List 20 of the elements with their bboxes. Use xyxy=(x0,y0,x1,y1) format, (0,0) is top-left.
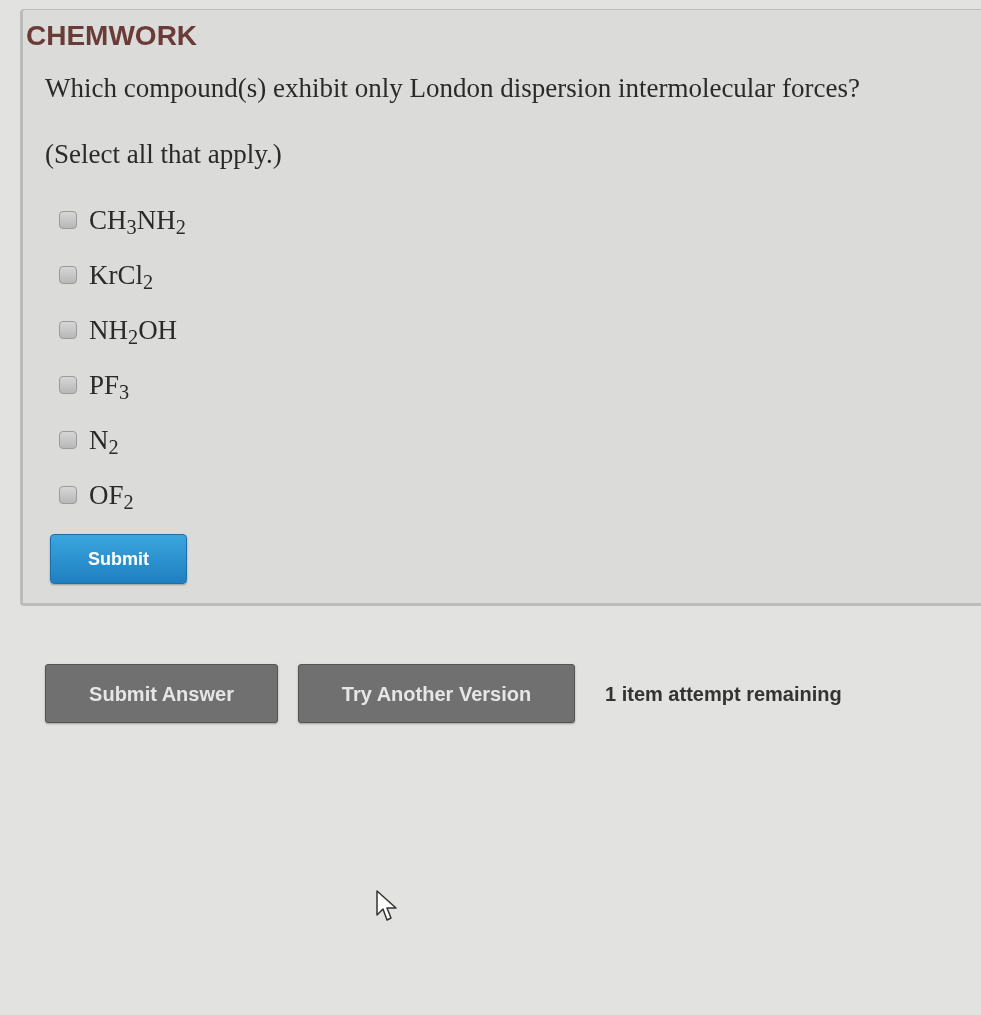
question-text: Which compound(s) exhibit only London dispersion intermolecular forces? xyxy=(45,72,861,105)
option-label: CH$_{3}$NH$_{2}$ xyxy=(89,203,186,237)
checkbox[interactable] xyxy=(59,485,77,504)
checkbox[interactable] xyxy=(59,265,77,284)
submit-answer-button[interactable]: Submit Answer xyxy=(45,664,278,723)
submit-button[interactable]: Submit xyxy=(50,534,187,584)
cursor-icon xyxy=(376,890,398,923)
option-label: OF$_{2}$ xyxy=(89,478,134,512)
option-label: PF$_{3}$ xyxy=(89,368,130,402)
option-label: NH$_{2}$OH xyxy=(89,313,178,347)
checkbox[interactable] xyxy=(59,320,77,339)
checkbox[interactable] xyxy=(59,430,77,449)
attempts-remaining-text: 1 item attempt remaining xyxy=(605,681,842,707)
checkbox[interactable] xyxy=(59,210,77,229)
checkbox[interactable] xyxy=(59,375,77,394)
instruction-text: (Select all that apply.) xyxy=(45,138,282,171)
option-label: N$_{2}$ xyxy=(89,423,119,457)
try-another-version-button[interactable]: Try Another Version xyxy=(298,664,575,723)
option-label: KrCl$_{2}$ xyxy=(89,258,154,292)
app-title: CHEMWORK xyxy=(26,20,198,52)
